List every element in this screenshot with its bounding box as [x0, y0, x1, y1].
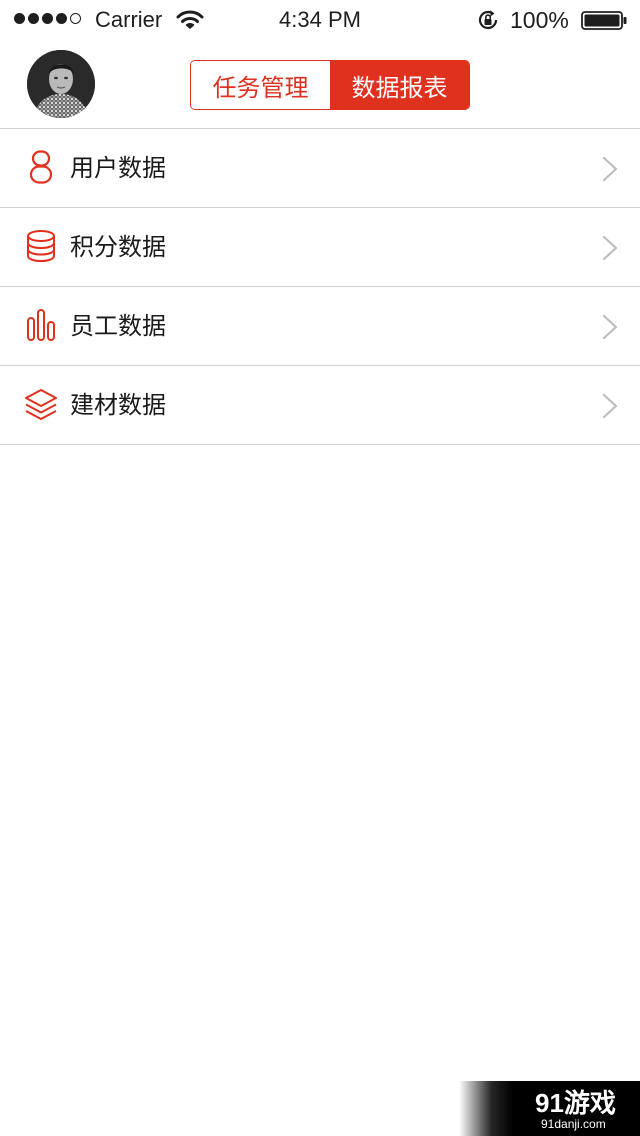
list-item-label: 建材数据 [70, 391, 166, 419]
chevron-right-icon [602, 235, 618, 261]
chevron-right-icon [602, 393, 618, 419]
report-menu-list: 用户数据 积分数据 员工数据 建材数据 [0, 129, 640, 445]
list-item-label: 积分数据 [70, 233, 166, 261]
battery-percentage: 100% [510, 7, 569, 33]
watermark-logo-icon: 91游戏 91danji.com [535, 1088, 616, 1131]
avatar[interactable] [27, 50, 95, 118]
chevron-right-icon [602, 156, 618, 182]
status-bar: Carrier 4:34 PM 100% [0, 0, 640, 40]
list-item-material-data[interactable]: 建材数据 [0, 366, 640, 445]
layers-icon [25, 389, 57, 420]
svg-text:91danji.com: 91danji.com [541, 1117, 606, 1131]
tab-task-management[interactable]: 任务管理 [191, 61, 330, 109]
segmented-control: 任务管理 数据报表 [190, 60, 470, 110]
tab-data-reports[interactable]: 数据报表 [330, 61, 469, 109]
svg-text:91游戏: 91游戏 [535, 1088, 616, 1118]
list-item-points-data[interactable]: 积分数据 [0, 208, 640, 287]
list-item-staff-data[interactable]: 员工数据 [0, 287, 640, 366]
bar-chart-icon [27, 309, 55, 341]
list-item-label: 用户数据 [70, 154, 166, 182]
list-item-user-data[interactable]: 用户数据 [0, 129, 640, 208]
top-bar: 任务管理 数据报表 [0, 40, 640, 129]
list-item-label: 员工数据 [70, 312, 166, 340]
user-avatar-photo-icon [27, 50, 95, 118]
user-icon [29, 150, 53, 184]
battery-icon [581, 11, 627, 30]
watermark-logo: 91游戏 91danji.com [459, 1081, 640, 1136]
database-icon [27, 230, 55, 263]
rotation-lock-icon [478, 10, 498, 30]
chevron-right-icon [602, 314, 618, 340]
